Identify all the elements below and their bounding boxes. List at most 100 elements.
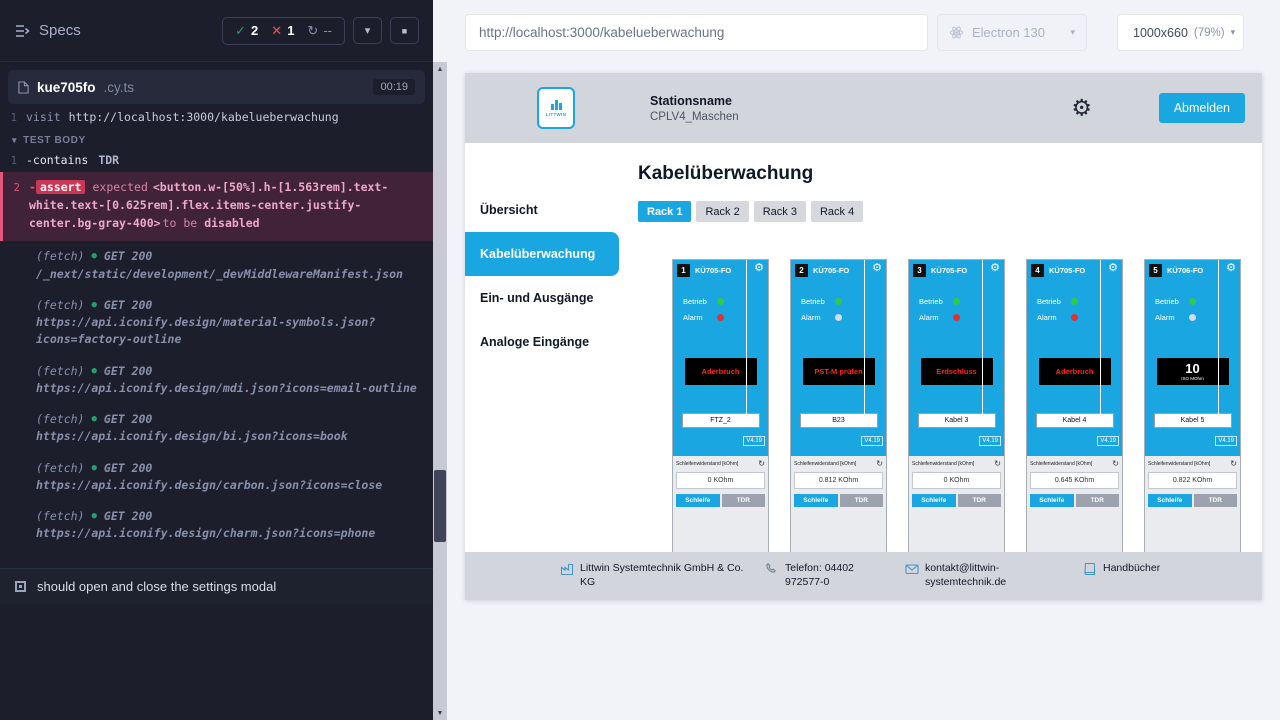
- fetch-log-entry[interactable]: (fetch)●GET 200 https://api.iconify.desi…: [0, 290, 433, 356]
- device-card-3: ⚙ 3KÜ705-FO Betrieb Alarm Erdschluss Kab…: [908, 259, 1005, 589]
- reporter-scrollbar[interactable]: ▲ ▼: [433, 62, 447, 720]
- logout-button[interactable]: Abmelden: [1159, 93, 1245, 123]
- visit-url: http://localhost:3000/kabelueberwachung: [69, 110, 339, 124]
- logo-bars-icon: [551, 100, 562, 110]
- schleife-button[interactable]: Schleife: [1148, 494, 1192, 507]
- scrollbar-thumb[interactable]: [434, 470, 446, 542]
- refresh-icon[interactable]: ↻: [876, 460, 883, 468]
- firmware-version: V4.19: [979, 436, 1001, 446]
- fetch-log-entry[interactable]: (fetch)●GET 200 https://api.iconify.desi…: [0, 501, 433, 550]
- failed-assert[interactable]: 2 -assertexpected<button.w-[50%].h-[1.56…: [0, 172, 433, 241]
- status-dot-icon: ●: [91, 510, 96, 524]
- tab-rack-4[interactable]: Rack 4: [811, 201, 863, 222]
- viewport-select[interactable]: 1000x660 (79%) ▾: [1117, 14, 1244, 51]
- section-caret-icon: ▾: [12, 135, 17, 146]
- refresh-icon[interactable]: ↻: [1112, 460, 1119, 468]
- stat-pending: ↻--: [307, 23, 332, 39]
- sidebar-item-ein-und-ausgaenge[interactable]: Ein- und Ausgänge: [465, 276, 619, 320]
- aut-toolbar: http://localhost:3000/kabelueberwachung …: [447, 0, 1280, 51]
- loop-resistance-value: 0 KOhm: [912, 472, 1001, 489]
- status-display: Aderbruch: [1039, 358, 1111, 385]
- page-title: Kabelüberwachung: [638, 163, 1262, 185]
- reporter-controls: ✓2 ✕1 ↻-- ▾ ■: [222, 17, 419, 45]
- scroll-up-arrow-icon[interactable]: ▲: [433, 62, 447, 76]
- x-icon: ✕: [271, 23, 282, 39]
- next-test-row[interactable]: should open and close the settings modal: [0, 568, 433, 604]
- fetch-log-entry[interactable]: (fetch)●GET 200 https://api.iconify.desi…: [0, 356, 433, 405]
- refresh-icon[interactable]: ↻: [1230, 460, 1237, 468]
- cable-name-input[interactable]: Kabel 5: [1154, 413, 1232, 428]
- test-icon: [15, 581, 26, 592]
- tdr-button[interactable]: TDR: [1076, 494, 1120, 507]
- sidebar-item-analoge-eingaenge[interactable]: Analoge Eingänge: [465, 320, 619, 364]
- specs-button[interactable]: Specs: [14, 22, 81, 39]
- firmware-version: V4.19: [743, 436, 765, 446]
- footer-manuals[interactable]: Handbücher: [1083, 561, 1160, 600]
- stop-button[interactable]: ■: [390, 17, 419, 44]
- refresh-icon[interactable]: ↻: [994, 460, 1001, 468]
- app-main: Kabelüberwachung Rack 1 Rack 2 Rack 3 Ra…: [619, 143, 1262, 600]
- gear-icon[interactable]: ⚙: [754, 263, 764, 274]
- device-model: KÜ705-FO: [695, 266, 731, 275]
- spec-file-icon: [18, 81, 29, 94]
- station-label: Stationsname: [650, 94, 739, 108]
- spec-file-row[interactable]: kue705fo .cy.ts 00:19: [8, 70, 425, 104]
- tdr-button[interactable]: TDR: [958, 494, 1002, 507]
- test-body-section[interactable]: ▾ TEST BODY: [0, 126, 433, 151]
- device-card-1: ⚙ 1KÜ705-FO Betrieb Alarm Aderbruch FTZ_…: [672, 259, 769, 589]
- gear-icon[interactable]: ⚙: [872, 263, 882, 274]
- electron-icon: [949, 25, 964, 40]
- test-stats: ✓2 ✕1 ↻--: [222, 17, 345, 45]
- viewport-size: 1000x660: [1133, 26, 1188, 40]
- scroll-down-arrow-icon[interactable]: ▼: [433, 706, 447, 720]
- browser-select[interactable]: Electron 130 ▾: [937, 14, 1087, 51]
- loop-resistance-value: 0.645 KOhm: [1030, 472, 1119, 489]
- reporter-header: Specs ✓2 ✕1 ↻-- ▾ ■: [0, 0, 433, 62]
- phone-icon: [765, 562, 779, 576]
- schleife-button[interactable]: Schleife: [912, 494, 956, 507]
- command-contains[interactable]: 1 -contains TDR: [0, 151, 433, 169]
- gear-icon[interactable]: ⚙: [1108, 263, 1118, 274]
- gear-icon[interactable]: ⚙: [990, 263, 1000, 274]
- fetch-log-entry[interactable]: (fetch)●GET 200 https://api.iconify.desi…: [0, 453, 433, 502]
- command-visit[interactable]: 1 visit http://localhost:3000/kabelueber…: [0, 108, 433, 126]
- betrieb-led: [953, 298, 960, 305]
- stat-passed: ✓2: [235, 23, 258, 39]
- chevron-down-icon: ▾: [1231, 27, 1236, 38]
- app-footer: Littwin Systemtechnik GmbH & Co. KG Tele…: [465, 552, 1262, 600]
- cable-name-input[interactable]: B23: [800, 413, 878, 428]
- viewport-zoom: (79%): [1194, 27, 1225, 39]
- device-model: KÜ705-FO: [813, 266, 849, 275]
- tab-rack-2[interactable]: Rack 2: [696, 201, 748, 222]
- sidebar-item-uebersicht[interactable]: Übersicht: [465, 188, 619, 232]
- tdr-button[interactable]: TDR: [840, 494, 884, 507]
- status-display: Aderbruch: [685, 358, 757, 385]
- cable-name-input[interactable]: Kabel 3: [918, 413, 996, 428]
- schleife-button[interactable]: Schleife: [794, 494, 838, 507]
- device-card-5: ⚙ 5KÜ706-FO Betrieb Alarm 10 ISO MOhm Ka…: [1144, 259, 1241, 589]
- footer-company: Littwin Systemtechnik GmbH & Co. KG: [560, 561, 765, 600]
- tab-rack-1[interactable]: Rack 1: [638, 201, 691, 222]
- refresh-icon[interactable]: ↻: [758, 460, 765, 468]
- status-display: 10 ISO MOhm: [1157, 358, 1229, 385]
- footer-email[interactable]: kontakt@littwin-systemtechnik.de: [905, 561, 1083, 600]
- tdr-button[interactable]: TDR: [722, 494, 766, 507]
- cable-name-input[interactable]: Kabel 4: [1036, 413, 1114, 428]
- collapse-button[interactable]: ▾: [353, 17, 382, 44]
- cable-name-input[interactable]: FTZ_2: [682, 413, 760, 428]
- tab-rack-3[interactable]: Rack 3: [754, 201, 806, 222]
- url-input[interactable]: http://localhost:3000/kabelueberwachung: [465, 14, 928, 51]
- iso-unit: ISO MOhm: [1181, 376, 1204, 381]
- loop-resistance-value: 0.812 KOhm: [794, 472, 883, 489]
- fetch-log-entry[interactable]: (fetch)●GET 200 /_next/static/developmen…: [0, 241, 433, 290]
- app-sidebar: Übersicht Kabelüberwachung Ein- und Ausg…: [465, 143, 619, 600]
- tdr-button[interactable]: TDR: [1194, 494, 1238, 507]
- settings-gear-icon[interactable]: ⚙: [1071, 97, 1092, 120]
- status-display: Erdschluss: [921, 358, 993, 385]
- sidebar-item-kabelueberwachung[interactable]: Kabelüberwachung: [465, 232, 619, 276]
- fetch-log-entry[interactable]: (fetch)●GET 200 https://api.iconify.desi…: [0, 404, 433, 453]
- schleife-button[interactable]: Schleife: [676, 494, 720, 507]
- gear-icon[interactable]: ⚙: [1226, 263, 1236, 274]
- schleife-button[interactable]: Schleife: [1030, 494, 1074, 507]
- chevron-down-icon: ▾: [1070, 27, 1075, 38]
